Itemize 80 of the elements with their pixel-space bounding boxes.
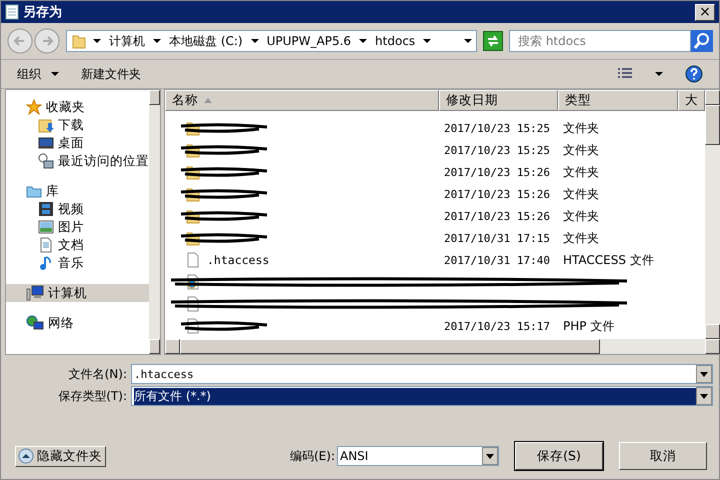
save-type-label: 保存类型(T):	[57, 388, 127, 404]
sidebar-item[interactable]: 下载	[6, 116, 149, 134]
modified-date: 2017/10/23 15:25	[443, 144, 551, 156]
modified-date: 2017/10/31 17:40	[443, 254, 551, 266]
file-type: 文件夹	[562, 164, 600, 180]
modified-date: 2017/10/23 15:26	[443, 188, 551, 200]
sidebar-item[interactable]: 文档	[6, 236, 149, 254]
sidebar-item[interactable]: 音乐	[6, 254, 149, 272]
picture-icon	[38, 219, 54, 235]
caret-icon[interactable]	[93, 38, 101, 44]
window-title: 另存为	[23, 4, 63, 21]
document-icon	[38, 237, 54, 253]
encoding-dropdown[interactable]: ANSI	[337, 446, 499, 466]
encoding-label: 编码(E):	[290, 448, 335, 464]
view-list-icon[interactable]	[617, 67, 633, 81]
star-icon	[26, 99, 42, 115]
cancel-button[interactable]: 取消	[619, 442, 707, 470]
modified-date: 2017/10/23 15:26	[443, 210, 551, 222]
save-button[interactable]: 保存(S)	[515, 442, 603, 470]
desktop-icon	[38, 135, 54, 151]
sort-ascending-icon	[204, 98, 212, 103]
modified-date: 2017/10/31 17:15	[443, 232, 551, 244]
breadcrumb-item[interactable]: 本地磁盘 (C:)	[167, 32, 245, 50]
file-type: 文件夹	[562, 120, 600, 136]
hide-folders-button[interactable]: 隐藏文件夹	[15, 446, 106, 466]
column-header[interactable]: 大	[678, 90, 705, 111]
caret-icon[interactable]	[359, 38, 368, 44]
notepad-icon	[5, 4, 19, 20]
scrollbar-thumb[interactable]	[705, 105, 720, 145]
file-type: HTACCESS 文件	[562, 252, 655, 268]
caret-icon[interactable]	[250, 38, 259, 44]
column-header[interactable]: 修改日期	[439, 90, 558, 111]
caret-icon[interactable]	[423, 38, 432, 44]
computer-icon	[26, 285, 44, 301]
caret-icon[interactable]	[153, 38, 161, 44]
network-icon	[26, 315, 44, 331]
sidebar-item[interactable]: 最近访问的位置	[6, 152, 149, 170]
sidebar-item[interactable]: 视频	[6, 200, 149, 218]
column-header[interactable]: 名称	[165, 90, 439, 111]
new-folder-button[interactable]: 新建文件夹	[81, 64, 141, 84]
breadcrumb-item[interactable]: 计算机	[107, 32, 147, 50]
sidebar-item[interactable]: 收藏夹	[6, 98, 149, 116]
file-type: 文件夹	[562, 142, 600, 158]
sidebar-item[interactable]: 网络	[6, 314, 149, 332]
caret-icon[interactable]	[464, 38, 472, 44]
music-note-icon	[38, 255, 54, 271]
film-icon	[38, 201, 54, 217]
recent-places-icon	[38, 153, 54, 169]
file-type: 文件夹	[562, 208, 600, 224]
breadcrumb-item[interactable]: UPUPW_AP5.6	[264, 34, 354, 48]
file-type: PHP 文件	[562, 318, 616, 334]
sidebar-item[interactable]: 图片	[6, 218, 149, 236]
search-icon[interactable]	[691, 30, 713, 52]
sidebar-item[interactable]: 库	[6, 182, 149, 200]
column-header[interactable]: 类型	[558, 90, 678, 111]
sidebar-item[interactable]: 计算机	[6, 284, 149, 302]
close-button[interactable]: ×	[695, 4, 715, 20]
help-icon[interactable]	[685, 65, 703, 83]
modified-date: 2017/10/23 15:25	[443, 122, 551, 134]
filename-label: 文件名(N):	[68, 366, 127, 382]
modified-date: 2017/10/23 15:26	[443, 166, 551, 178]
sidebar-item[interactable]: 桌面	[6, 134, 149, 152]
caret-icon[interactable]	[655, 71, 663, 77]
file-type: 文件夹	[562, 230, 600, 246]
blank-file-icon	[185, 252, 201, 268]
save-type-dropdown[interactable]: 所有文件 (*.*)	[131, 386, 713, 406]
filename-field[interactable]: .htaccess	[131, 364, 713, 384]
modified-date: 2017/10/23 15:17	[443, 320, 551, 332]
organize-menu[interactable]: 组织	[17, 64, 59, 84]
file-name: .htaccess	[207, 253, 270, 267]
search-field[interactable]: 搜索 htdocs	[509, 30, 691, 52]
caret-icon[interactable]	[51, 71, 59, 77]
breadcrumb-item[interactable]: htdocs	[373, 34, 418, 48]
address-bar[interactable]: 计算机 本地磁盘 (C:) UPUPW_AP5.6 htdocs	[66, 30, 477, 52]
collapse-icon	[18, 448, 34, 464]
folder-icon	[71, 33, 87, 49]
refresh-icon[interactable]	[483, 31, 503, 51]
file-type: 文件夹	[562, 186, 600, 202]
scrollbar-thumb[interactable]	[180, 339, 600, 354]
download-folder-icon	[38, 117, 54, 133]
